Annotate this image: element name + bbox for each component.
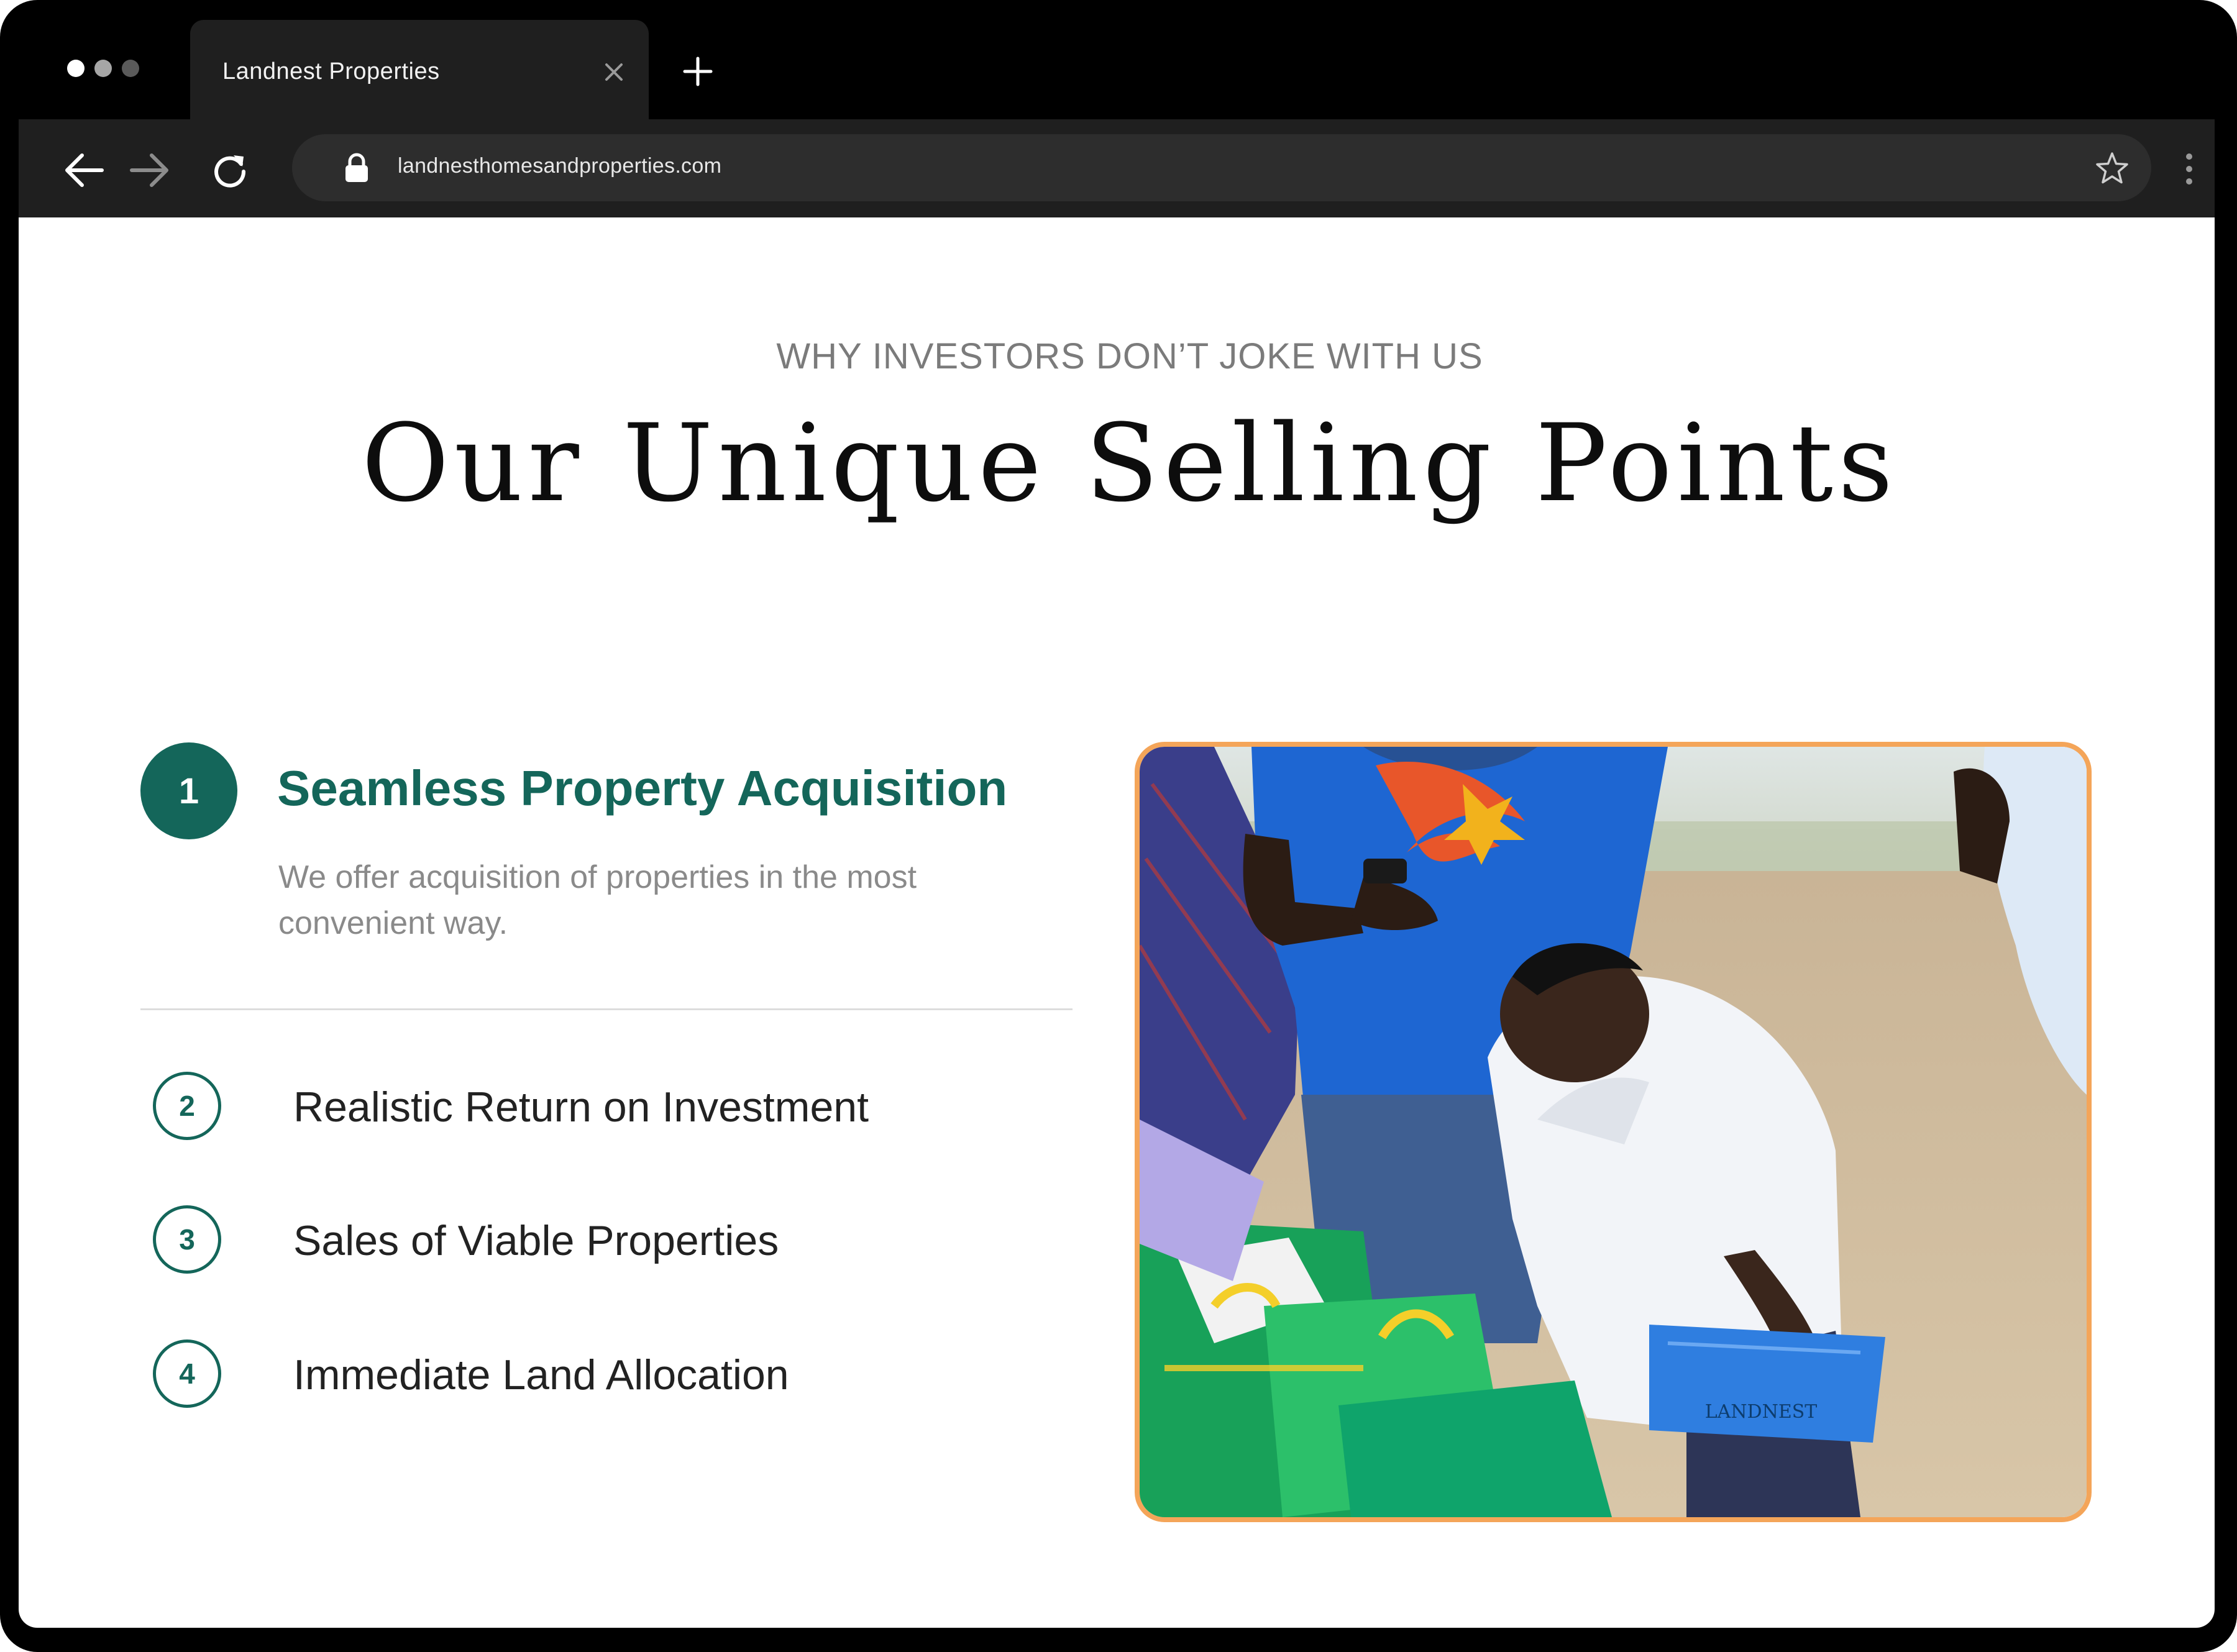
browser-toolbar: landnesthomesandproperties.com bbox=[19, 119, 2215, 217]
star-icon[interactable] bbox=[2094, 150, 2130, 186]
photo-watermark: LANDNEST bbox=[1705, 1401, 1818, 1423]
feature-number-badge: 3 bbox=[153, 1205, 221, 1274]
feature-label: Immediate Land Allocation bbox=[293, 1351, 789, 1399]
feature-description: We offer acquisition of properties in th… bbox=[278, 859, 917, 941]
feature-item[interactable]: 3 Sales of Viable Properties bbox=[153, 1205, 1023, 1280]
feature-photo: LANDNEST bbox=[1135, 742, 2092, 1522]
reload-icon[interactable] bbox=[210, 150, 250, 190]
feature-label: Sales of Viable Properties bbox=[293, 1217, 779, 1264]
lock-icon bbox=[345, 153, 368, 182]
feature-number-badge: 2 bbox=[153, 1072, 221, 1140]
close-icon[interactable] bbox=[602, 60, 626, 84]
tab-title: Landnest Properties bbox=[222, 58, 440, 84]
page-content: WHY INVESTORS DON’T JOKE WITH US Our Uni… bbox=[19, 217, 2215, 1628]
browser-window: Landnest Properties landnesthomesandprop… bbox=[0, 0, 2237, 1652]
window-dot-minimize[interactable] bbox=[94, 60, 112, 77]
window-dot-maximize[interactable] bbox=[122, 60, 139, 77]
kebab-menu-icon[interactable] bbox=[2180, 150, 2198, 188]
address-bar[interactable]: landnesthomesandproperties.com bbox=[292, 134, 2151, 201]
section-eyebrow: WHY INVESTORS DON’T JOKE WITH US bbox=[776, 336, 1483, 376]
browser-tab[interactable]: Landnest Properties bbox=[190, 20, 649, 119]
feature-title: Seamless Property Acquisition bbox=[277, 760, 1008, 816]
photo-illustration: LANDNEST bbox=[1140, 747, 2087, 1517]
feature-number-badge: 4 bbox=[153, 1339, 221, 1408]
url-text: landnesthomesandproperties.com bbox=[398, 154, 722, 178]
section-title: Our Unique Selling Points bbox=[361, 401, 1898, 526]
feature-item[interactable]: 2 Realistic Return on Investment bbox=[153, 1072, 1023, 1146]
forward-arrow-icon[interactable] bbox=[127, 148, 172, 193]
window-controls bbox=[67, 60, 139, 77]
window-dot-close[interactable] bbox=[67, 60, 85, 77]
back-arrow-icon[interactable] bbox=[62, 148, 107, 193]
feature-number-badge: 1 bbox=[140, 742, 237, 839]
feature-label: Realistic Return on Investment bbox=[293, 1084, 869, 1131]
divider bbox=[140, 1008, 1073, 1010]
feature-item[interactable]: 4 Immediate Land Allocation bbox=[153, 1339, 1023, 1414]
plus-icon[interactable] bbox=[682, 56, 713, 87]
